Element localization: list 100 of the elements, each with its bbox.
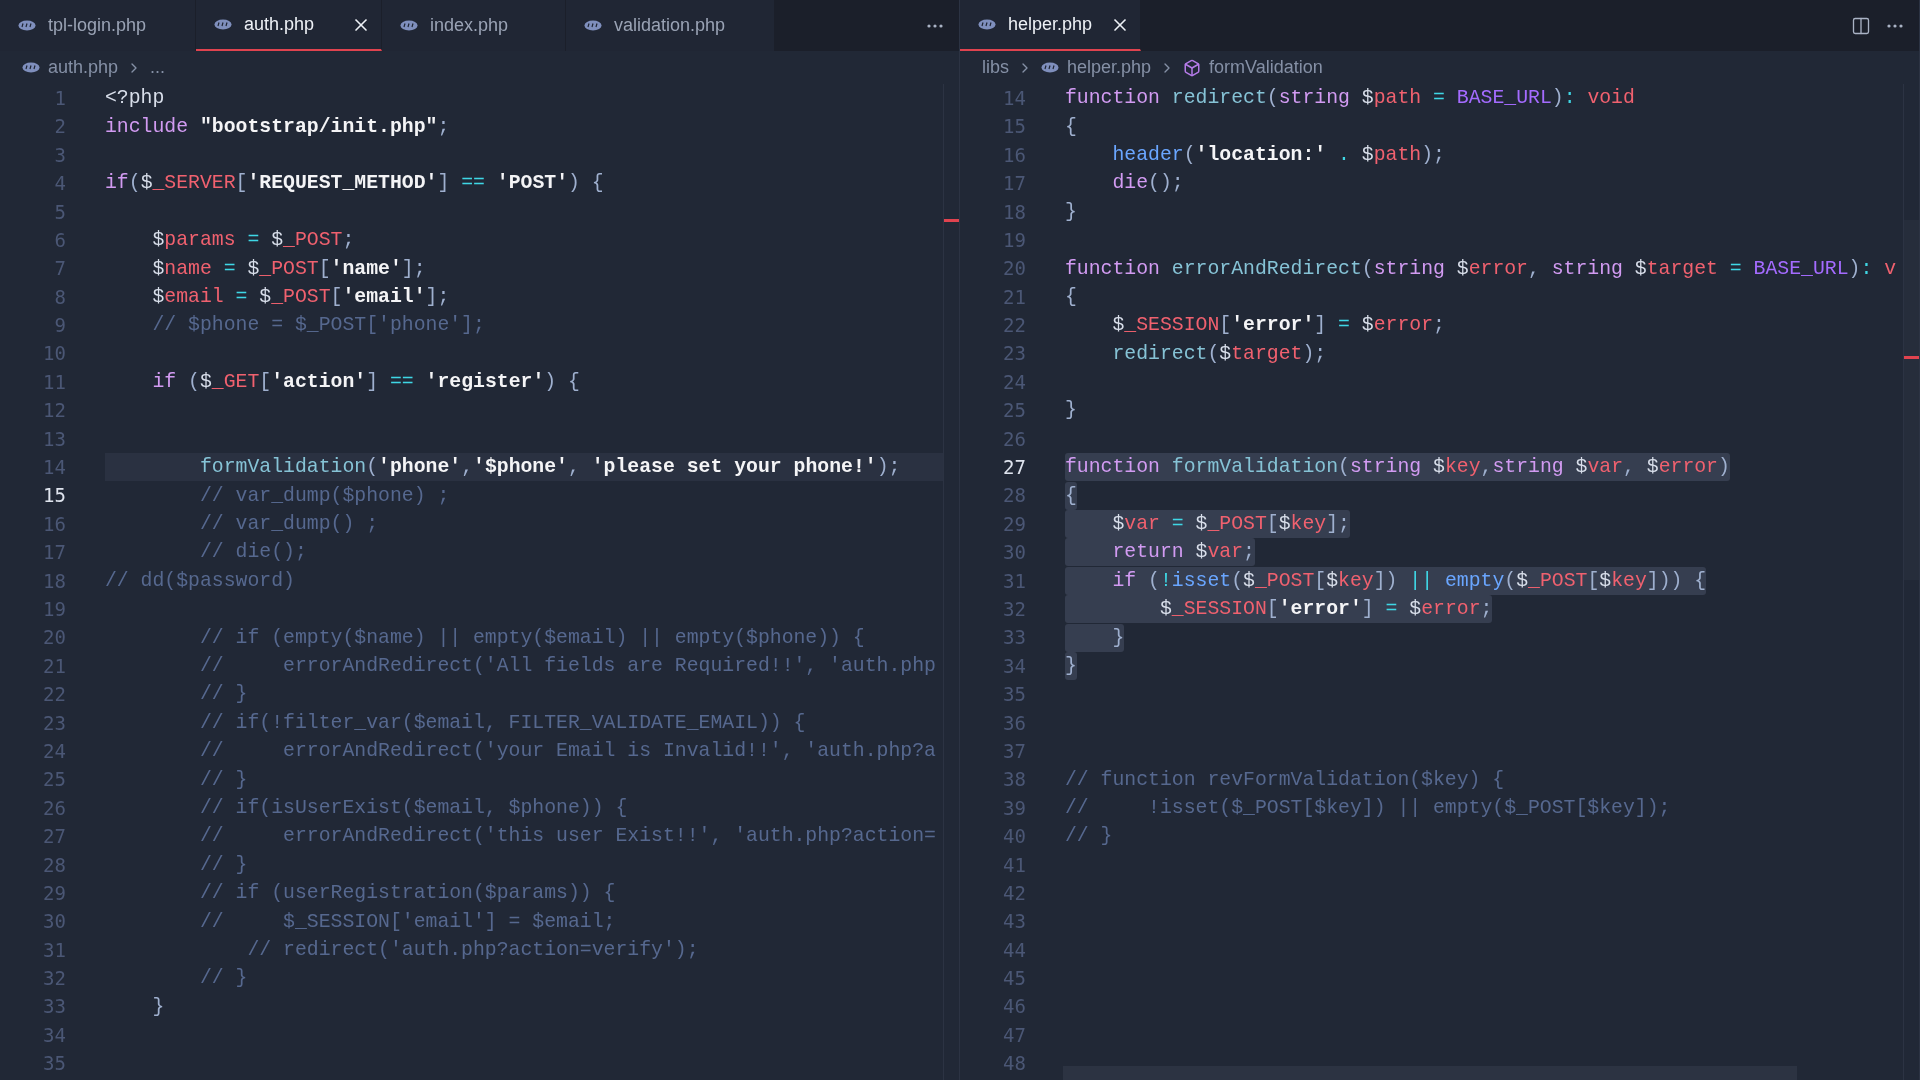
code-line: // dd($password) [105,568,295,594]
line-number: 29 [1002,511,1026,537]
line-number: 23 [42,710,66,736]
line-number: 32 [1002,597,1026,622]
code-line: function errorAndRedirect(string $error, string $target = BASE_URL): v [1065,256,1897,282]
code-line: // } [1065,824,1113,850]
line-number: 45 [1002,966,1026,992]
line-number: 5 [53,199,66,225]
line-number: 6 [53,227,66,253]
line-number: 25 [1002,398,1026,424]
line-number: 42 [1002,880,1026,906]
line-number: 32 [42,966,66,992]
line-number: 43 [1002,909,1026,935]
line-number: 20 [1002,256,1026,282]
line-number: 33 [1002,625,1026,651]
code-line: $params = $_POST; [151,228,355,254]
editor-tab[interactable]: validation.php [566,0,775,51]
code-line: formValidation('phone','$phone', 'please set your phone!'); [198,455,901,481]
line-number: 12 [42,398,66,424]
line-number: 26 [42,795,66,821]
line-number: 41 [1002,852,1026,878]
code-line: // function revFormValidation($key) { [1065,767,1505,793]
code-line: // if(isUserExist($email, $phone)) { [198,795,628,821]
line-number: 14 [42,455,66,481]
file-type-icon [214,19,232,30]
line-number: 24 [42,738,66,764]
line-number: 3 [53,142,66,168]
line-number: 7 [53,256,66,282]
line-number: 34 [1002,653,1026,679]
code-line: // var_dump($phone) ; [198,483,450,509]
line-number: 8 [53,284,66,310]
breadcrumb-item[interactable]: auth.php [48,54,119,81]
line-number: 18 [1002,199,1026,225]
code-line: function redirect(string $path = BASE_URL): void [1065,86,1635,112]
code-line: // !isset($_POST[$key]) || empty($_POST[$key]); [1065,795,1671,821]
editor-tab[interactable]: index.php [382,0,566,51]
line-number: 1 [53,85,66,111]
line-number: 14 [1002,85,1026,111]
line-number: 31 [1002,568,1026,594]
breadcrumb-item[interactable]: ... [150,54,166,81]
code-line: // } [198,767,248,793]
file-type-icon [584,20,602,31]
line-number: 15 [1002,114,1026,140]
line-number: 19 [42,597,66,622]
line-number: 37 [1002,738,1026,764]
line-number: 16 [1002,142,1026,168]
line-number: 18 [42,568,66,594]
code-line: { [1065,284,1077,310]
cube-icon [1183,58,1202,77]
editor-tab[interactable]: tpl-login.php [0,0,196,51]
code-line: } [1065,652,1077,680]
line-number: 19 [1002,227,1026,253]
error-marker [1904,356,1919,359]
code-line: die(); [1111,171,1184,197]
code-line: redirect($target); [1111,341,1327,367]
scrollbar-thumb[interactable] [1904,220,1919,580]
code-line: if($_SERVER['REQUEST_METHOD'] == 'POST') { [105,171,604,197]
code-line: { [1065,481,1077,510]
code-line: // var_dump() ; [198,512,379,538]
code-line: $email = $_POST['email']; [151,284,450,310]
editor-tab[interactable]: auth.php [196,0,382,51]
editor-tab[interactable]: helper.php [960,0,1141,51]
code-line: $name = $_POST['name']; [151,256,426,282]
breadcrumb-item[interactable]: helper.php [1067,54,1152,81]
line-number: 36 [1002,710,1026,736]
code-line: include "bootstrap/init.php"; [105,114,450,140]
code-line: // errorAndRedirect('this user Exist!!', 'auth.php?action= [198,824,936,850]
more-icon [927,23,943,28]
code-line: // $_SESSION['email'] = $email; [198,909,616,935]
line-number: 23 [1002,341,1026,367]
line-number: 13 [42,426,66,452]
line-number: 17 [42,540,66,566]
code-line: if ($_GET['action'] == 'register') { [151,370,580,396]
code-line: // errorAndRedirect('your Email is Invalid!!', 'auth.php?a [198,739,936,765]
breadcrumb-item[interactable]: libs [982,54,1009,81]
code-line: // } [198,966,248,992]
line-number: 21 [42,653,66,679]
line-number: 35 [1002,682,1026,708]
line-number: 40 [1002,824,1026,850]
code-line: // if (empty($name) || empty($email) || empty($phone)) { [198,625,865,651]
line-number: 10 [42,341,66,367]
line-number: 9 [53,313,66,339]
line-number: 30 [42,909,66,935]
line-number: 30 [1002,540,1026,566]
line-number: 28 [1002,483,1026,509]
file-type-icon [1041,62,1059,73]
line-number: 48 [1002,1051,1026,1077]
file-type-icon [18,20,36,31]
file-type-icon [400,20,418,31]
line-number: 24 [1002,369,1026,395]
line-number: 4 [53,171,66,197]
code-line: // if (userRegistration($params)) { [198,881,616,907]
file-type-icon [978,19,996,30]
line-number: 11 [42,369,66,395]
code-line: // if(!filter_var($email, FILTER_VALIDATE_EMAIL)) { [198,710,806,736]
line-number: 29 [42,880,66,906]
code-line: // errorAndRedirect('All fields are Required!!', 'auth.php [198,654,936,679]
line-number: 35 [42,1051,66,1077]
line-number: 21 [1002,284,1026,310]
breadcrumb-item[interactable]: formValidation [1209,54,1323,81]
